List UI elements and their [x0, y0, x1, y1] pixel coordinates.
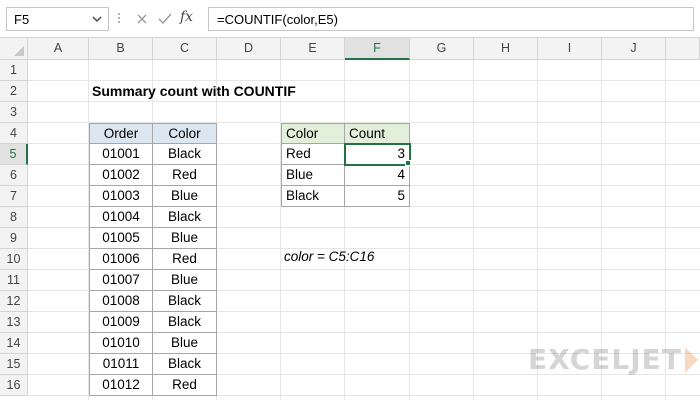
orders-order-cell[interactable]: 01012 [89, 375, 153, 396]
exceljet-logo-icon [684, 346, 698, 373]
column-header-c[interactable]: C [153, 38, 217, 60]
orders-header-color[interactable]: Color [153, 123, 217, 144]
column-header-g[interactable]: G [410, 38, 474, 60]
summary-count-cell[interactable]: 4 [345, 165, 410, 186]
fill-handle[interactable] [405, 160, 411, 166]
row-header-16[interactable]: 16 [0, 375, 28, 396]
row-header-13[interactable]: 13 [0, 312, 28, 333]
orders-order-cell[interactable]: 01002 [89, 165, 153, 186]
row-header-8[interactable]: 8 [0, 207, 28, 228]
name-box-value: F5 [14, 12, 30, 27]
column-header-i[interactable]: I [538, 38, 602, 60]
sheet-title[interactable]: Summary count with COUNTIF [92, 81, 296, 102]
column-header-b[interactable]: B [89, 38, 153, 60]
orders-order-cell[interactable]: 01007 [89, 270, 153, 291]
row-header-12[interactable]: 12 [0, 291, 28, 312]
orders-color-cell[interactable]: Blue [153, 228, 217, 249]
orders-color-cell[interactable]: Black [153, 207, 217, 228]
column-header-k[interactable] [666, 38, 700, 60]
orders-color-cell[interactable]: Blue [153, 333, 217, 354]
orders-color-cell[interactable]: Black [153, 354, 217, 375]
orders-order-cell[interactable]: 01009 [89, 312, 153, 333]
row-header-11[interactable]: 11 [0, 270, 28, 291]
formula-bar-grip-icon [117, 12, 121, 26]
orders-color-cell[interactable]: Red [153, 375, 217, 396]
orders-order-cell[interactable]: 01001 [89, 144, 153, 165]
orders-order-cell[interactable]: 01003 [89, 186, 153, 207]
summary-color-cell[interactable]: Black [281, 186, 345, 207]
row-header-1[interactable]: 1 [0, 60, 28, 81]
column-header-e[interactable]: E [281, 38, 345, 60]
column-header-h[interactable]: H [474, 38, 538, 60]
column-header-f[interactable]: F [345, 38, 410, 60]
orders-order-cell[interactable]: 01011 [89, 354, 153, 375]
row-header-5[interactable]: 5 [0, 144, 28, 165]
chevron-down-icon[interactable] [90, 12, 104, 26]
exceljet-logo-text: EXCELJET [528, 343, 682, 376]
exceljet-logo: EXCELJET [528, 343, 698, 376]
orders-color-cell[interactable]: Blue [153, 270, 217, 291]
summary-count-cell[interactable]: 5 [345, 186, 410, 207]
enter-icon[interactable] [156, 10, 174, 28]
formula-text: =COUNTIF(color,E5) [217, 12, 338, 27]
summary-color-cell[interactable]: Red [281, 144, 345, 165]
summary-color-cell[interactable]: Blue [281, 165, 345, 186]
orders-order-cell[interactable]: 01006 [89, 249, 153, 270]
summary-header-count[interactable]: Count [345, 123, 410, 144]
column-header-j[interactable]: J [602, 38, 666, 60]
orders-color-cell[interactable]: Blue [153, 186, 217, 207]
row-header-15[interactable]: 15 [0, 354, 28, 375]
orders-color-cell[interactable]: Black [153, 312, 217, 333]
orders-order-cell[interactable]: 01008 [89, 291, 153, 312]
named-range-note[interactable]: color = C5:C16 [284, 249, 374, 264]
select-all-corner[interactable] [0, 38, 28, 60]
row-header-2[interactable]: 2 [0, 81, 28, 102]
orders-header-order[interactable]: Order [89, 123, 153, 144]
row-header-10[interactable]: 10 [0, 249, 28, 270]
row-header-6[interactable]: 6 [0, 165, 28, 186]
orders-order-cell[interactable]: 01004 [89, 207, 153, 228]
row-header-4[interactable]: 4 [0, 123, 28, 144]
cancel-icon[interactable] [133, 10, 151, 28]
orders-color-cell[interactable]: Red [153, 249, 217, 270]
formula-input[interactable]: =COUNTIF(color,E5) [208, 7, 694, 31]
orders-color-cell[interactable]: Red [153, 165, 217, 186]
row-header-7[interactable]: 7 [0, 186, 28, 207]
name-box[interactable]: F5 [6, 7, 109, 31]
row-header-14[interactable]: 14 [0, 333, 28, 354]
row-header-3[interactable]: 3 [0, 102, 28, 123]
row-header-9[interactable]: 9 [0, 228, 28, 249]
column-header-d[interactable]: D [217, 38, 281, 60]
fx-icon[interactable]: fx [180, 9, 193, 25]
formula-bar: F5 fx =COUNTIF(color,E5) [0, 0, 700, 38]
summary-header-color[interactable]: Color [281, 123, 345, 144]
orders-order-cell[interactable]: 01010 [89, 333, 153, 354]
summary-count-cell-selected[interactable]: 3 [344, 143, 411, 166]
orders-color-cell[interactable]: Black [153, 291, 217, 312]
column-header-a[interactable]: A [28, 38, 89, 60]
orders-order-cell[interactable]: 01005 [89, 228, 153, 249]
orders-color-cell[interactable]: Black [153, 144, 217, 165]
